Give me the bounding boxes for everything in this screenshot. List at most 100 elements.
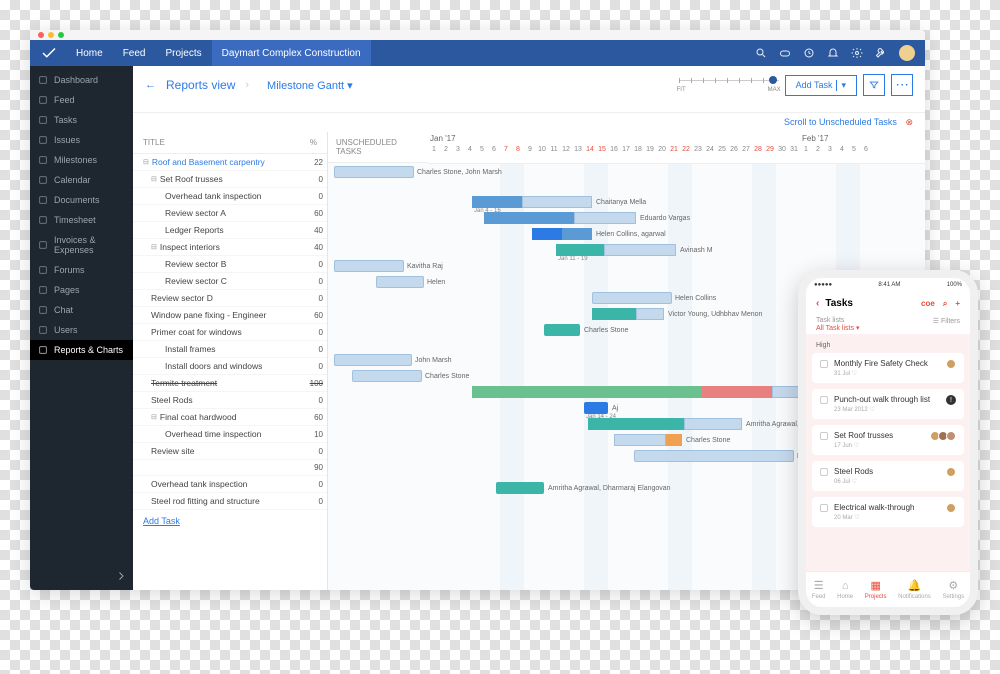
filter-button[interactable] <box>863 74 885 96</box>
breadcrumb-project[interactable]: Daymart Complex Construction <box>212 40 371 66</box>
view-dropdown[interactable]: Milestone Gantt ▾ <box>267 79 353 92</box>
task-row[interactable]: Review sector C0 <box>133 273 327 290</box>
sidebar-item-users[interactable]: Users <box>30 320 133 340</box>
window-titlebar <box>30 30 925 40</box>
gantt-bar[interactable]: Charles Stone, John Marsh <box>334 166 414 178</box>
sidebar-item-chat[interactable]: Chat <box>30 300 133 320</box>
settings-icon[interactable] <box>851 47 863 59</box>
task-row[interactable]: ⊟Set Roof trusses0 <box>133 171 327 188</box>
sidebar-item-timesheet[interactable]: Timesheet <box>30 210 133 230</box>
back-arrow-icon[interactable]: ← <box>145 79 156 91</box>
phone-task-card[interactable]: Set Roof trusses17 Jun ♡ <box>812 425 964 455</box>
phone-search-icon[interactable]: ⌕ <box>943 299 947 309</box>
sidebar-item-feed[interactable]: Feed <box>30 90 133 110</box>
gantt-bar[interactable]: Helen Collins <box>592 292 672 304</box>
phone-task-card[interactable]: Punch-out walk through list23 Mar 2012 ♡… <box>812 389 964 419</box>
gantt-bar[interactable]: Amritha Agrawal, Dharmaraj Elangovan <box>496 482 544 494</box>
sidebar-item-documents[interactable]: Documents <box>30 190 133 210</box>
task-row[interactable]: Install frames0 <box>133 341 327 358</box>
phone-nav-feed[interactable]: ☰Feed <box>812 579 826 600</box>
nav-home[interactable]: Home <box>66 40 113 66</box>
gantt-bar[interactable]: Avinash MJan 11 - 19 <box>556 244 676 256</box>
gantt-bar[interactable]: Charles Stone <box>614 434 682 446</box>
collapse-sidebar-icon[interactable] <box>115 570 127 582</box>
timeline-day: 2 <box>812 146 824 153</box>
task-row[interactable]: ⊟Inspect interiors40 <box>133 239 327 256</box>
add-task-button[interactable]: Add Task▾ <box>785 75 857 96</box>
checkbox-icon[interactable] <box>820 468 828 476</box>
task-row[interactable]: Termite treatment100 <box>133 375 327 392</box>
checkbox-icon[interactable] <box>820 360 828 368</box>
task-row[interactable]: Review sector B0 <box>133 256 327 273</box>
gamepad-icon[interactable] <box>779 47 791 59</box>
gantt-bar[interactable]: Eduardo Varg <box>472 386 802 398</box>
task-row[interactable]: ⊟Final coat hardwood60 <box>133 409 327 426</box>
gantt-bar[interactable]: Chaitanya MellaJan 4 - 16 <box>472 196 592 208</box>
phone-task-card[interactable]: Steel Rods06 Jul ♡ <box>812 461 964 491</box>
phone-task-card[interactable]: Electrical walk-through20 Mar ♡ <box>812 497 964 527</box>
phone-add-icon[interactable]: + <box>955 299 960 308</box>
zoom-slider[interactable]: FIT MAX <box>679 75 779 95</box>
close-tip-icon[interactable]: ⊗ <box>905 117 913 127</box>
user-avatar[interactable] <box>899 45 915 61</box>
gantt-bar[interactable]: Kavitha Raj <box>334 260 404 272</box>
task-row[interactable]: Review sector D0 <box>133 290 327 307</box>
phone-coe[interactable]: coe <box>921 299 935 308</box>
sidebar-item-reports-charts[interactable]: Reports & Charts <box>30 340 133 360</box>
gantt-bar[interactable]: Helen Collins, agarwal <box>532 228 592 240</box>
gantt-bar[interactable]: AjJan 14 - 24 <box>584 402 608 414</box>
sidebar-item-dashboard[interactable]: Dashboard <box>30 70 133 90</box>
task-row[interactable]: 90 <box>133 460 327 476</box>
gantt-bar[interactable]: Helen <box>376 276 424 288</box>
timeline-day: 8 <box>512 146 524 153</box>
sidebar-item-tasks[interactable]: Tasks <box>30 110 133 130</box>
phone-nav-settings[interactable]: ⚙Settings <box>942 579 964 600</box>
sidebar-item-calendar[interactable]: Calendar <box>30 170 133 190</box>
sidebar-item-issues[interactable]: Issues <box>30 130 133 150</box>
sidebar-item-pages[interactable]: Pages <box>30 280 133 300</box>
gantt-bar[interactable]: Victor Young, Udhbhav Menon <box>592 308 664 320</box>
gantt-bar[interactable]: Eduardo <box>634 450 794 462</box>
nav-projects[interactable]: Projects <box>155 40 211 66</box>
checkbox-icon[interactable] <box>820 432 828 440</box>
clock-icon[interactable] <box>803 47 815 59</box>
bell-icon[interactable] <box>827 47 839 59</box>
task-row[interactable]: ⊟Roof and Basement carpentry22 <box>133 154 327 171</box>
gantt-bar[interactable]: John Marsh <box>334 354 412 366</box>
nav-feed[interactable]: Feed <box>113 40 156 66</box>
close-window-icon[interactable] <box>38 32 44 38</box>
gantt-bar[interactable]: Eduardo Vargas <box>484 212 636 224</box>
task-row[interactable]: Ledger Reports40 <box>133 222 327 239</box>
checkbox-icon[interactable] <box>820 396 828 404</box>
task-row[interactable]: Steel rod fitting and structure0 <box>133 493 327 510</box>
task-row[interactable]: Overhead tank inspection0 <box>133 188 327 205</box>
gantt-bar[interactable]: Charles Stone <box>544 324 580 336</box>
maximize-window-icon[interactable] <box>58 32 64 38</box>
phone-nav-notifications[interactable]: 🔔Notifications <box>898 579 931 600</box>
task-row[interactable]: Overhead tank inspection0 <box>133 476 327 493</box>
sidebar-item-milestones[interactable]: Milestones <box>30 150 133 170</box>
checkbox-icon[interactable] <box>820 504 828 512</box>
task-row[interactable]: Overhead time inspection10 <box>133 426 327 443</box>
phone-nav-projects[interactable]: ▦Projects <box>865 579 887 600</box>
search-icon[interactable] <box>755 47 767 59</box>
gantt-bar[interactable]: Amritha Agrawal, <box>588 418 742 430</box>
sidebar-item-invoices-expenses[interactable]: Invoices & Expenses <box>30 230 133 260</box>
phone-nav-home[interactable]: ⌂Home <box>837 580 853 600</box>
phone-task-card[interactable]: Monthly Fire Safety Check31 Jul ♡ <box>812 353 964 383</box>
sidebar-item-forums[interactable]: Forums <box>30 260 133 280</box>
task-row[interactable]: Review site0 <box>133 443 327 460</box>
minimize-window-icon[interactable] <box>48 32 54 38</box>
task-row[interactable]: Primer coat for windows0 <box>133 324 327 341</box>
phone-back-icon[interactable]: ‹ <box>816 298 819 309</box>
task-row[interactable]: Window pane fixing - Engineer60 <box>133 307 327 324</box>
task-row[interactable]: Steel Rods0 <box>133 392 327 409</box>
phone-filters[interactable]: ☰ Filters <box>933 317 960 332</box>
task-row[interactable]: Install doors and windows0 <box>133 358 327 375</box>
add-task-link[interactable]: Add Task <box>133 510 327 532</box>
task-row[interactable]: Review sector A60 <box>133 205 327 222</box>
phone-tasklists-dropdown[interactable]: All Task lists ▾ <box>816 324 859 332</box>
gantt-bar[interactable]: Charles Stone <box>352 370 422 382</box>
more-button[interactable]: ⋯ <box>891 74 913 96</box>
wrench-icon[interactable] <box>875 47 887 59</box>
